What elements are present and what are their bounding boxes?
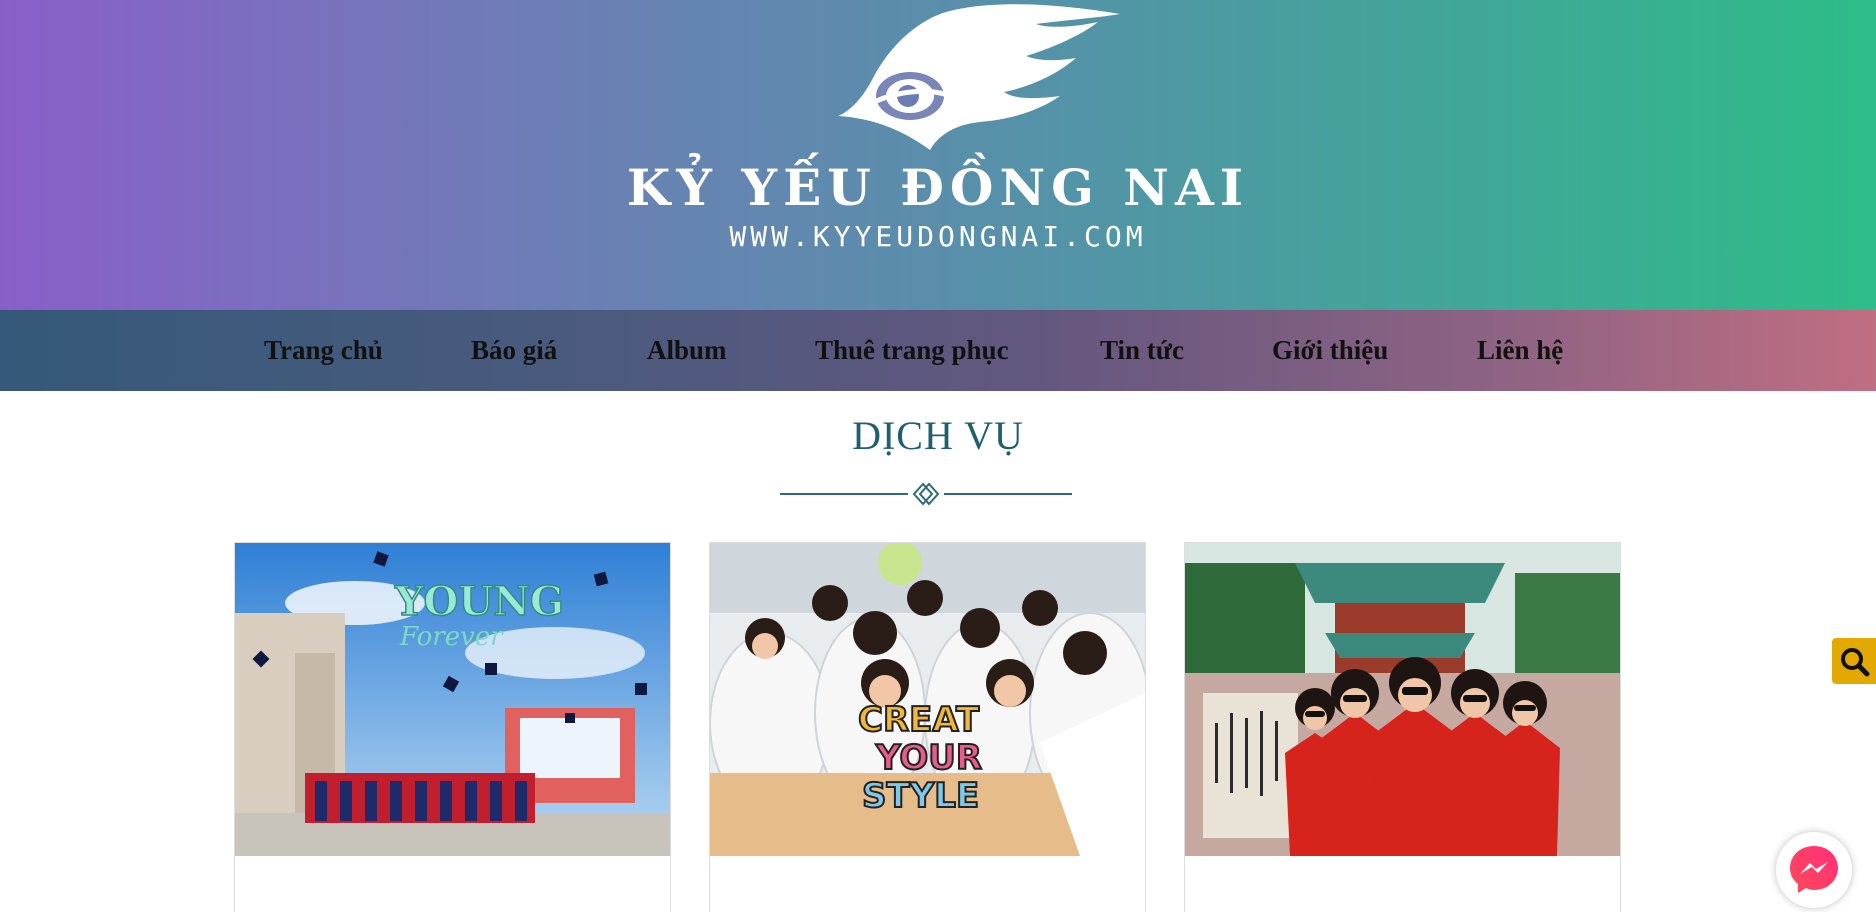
photo-text-young: YOUNG bbox=[394, 578, 564, 625]
brand-title: KỶ YẾU ĐỒNG NAI bbox=[626, 158, 1250, 217]
ornament-divider-icon bbox=[780, 482, 1072, 506]
header-banner: KỶ YẾU ĐỒNG NAI WWW.KYYEUDONGNAI.COM bbox=[0, 0, 1876, 310]
nav-item-tin-tuc[interactable]: Tin tức bbox=[1100, 310, 1184, 391]
nav-item-album[interactable]: Album bbox=[647, 310, 727, 391]
service-card[interactable]: CREAT YOUR STYLE bbox=[709, 542, 1146, 912]
floating-search-button[interactable] bbox=[1832, 638, 1876, 684]
photo-text-your: YOUR bbox=[875, 738, 982, 778]
nav-item-lien-he[interactable]: Liên hệ bbox=[1477, 310, 1563, 391]
search-icon bbox=[1841, 648, 1870, 677]
photo-text-style: STYLE bbox=[862, 776, 979, 816]
messenger-icon bbox=[1790, 846, 1838, 893]
nav-item-gioi-thieu[interactable]: Giới thiệu bbox=[1272, 310, 1388, 391]
messenger-chat-button[interactable] bbox=[1776, 832, 1852, 908]
services-heading: DỊCH VỤ bbox=[852, 413, 1024, 458]
nav-item-thue-trang-phuc[interactable]: Thuê trang phục bbox=[815, 310, 1009, 391]
photo-text-creat: CREAT bbox=[858, 700, 980, 740]
students-ao-dai-photo: CREAT YOUR STYLE bbox=[710, 543, 1145, 856]
nav-item-bao-gia[interactable]: Báo giá bbox=[471, 310, 557, 391]
service-card[interactable]: YOUNG Forever bbox=[234, 542, 671, 912]
nav-item-trang-chu[interactable]: Trang chủ bbox=[264, 310, 383, 391]
photo-text-forever: Forever bbox=[399, 622, 504, 652]
brand-url: WWW.KYYEUDONGNAI.COM bbox=[729, 220, 1147, 253]
service-card[interactable] bbox=[1184, 542, 1621, 912]
main-nav: Trang chủ Báo giá Album Thuê trang phục … bbox=[0, 310, 1876, 391]
red-ao-dai-temple-photo bbox=[1185, 543, 1620, 856]
graduation-class-photo: YOUNG Forever bbox=[235, 543, 670, 856]
dragon-eye-logo-icon[interactable] bbox=[790, 0, 1130, 160]
